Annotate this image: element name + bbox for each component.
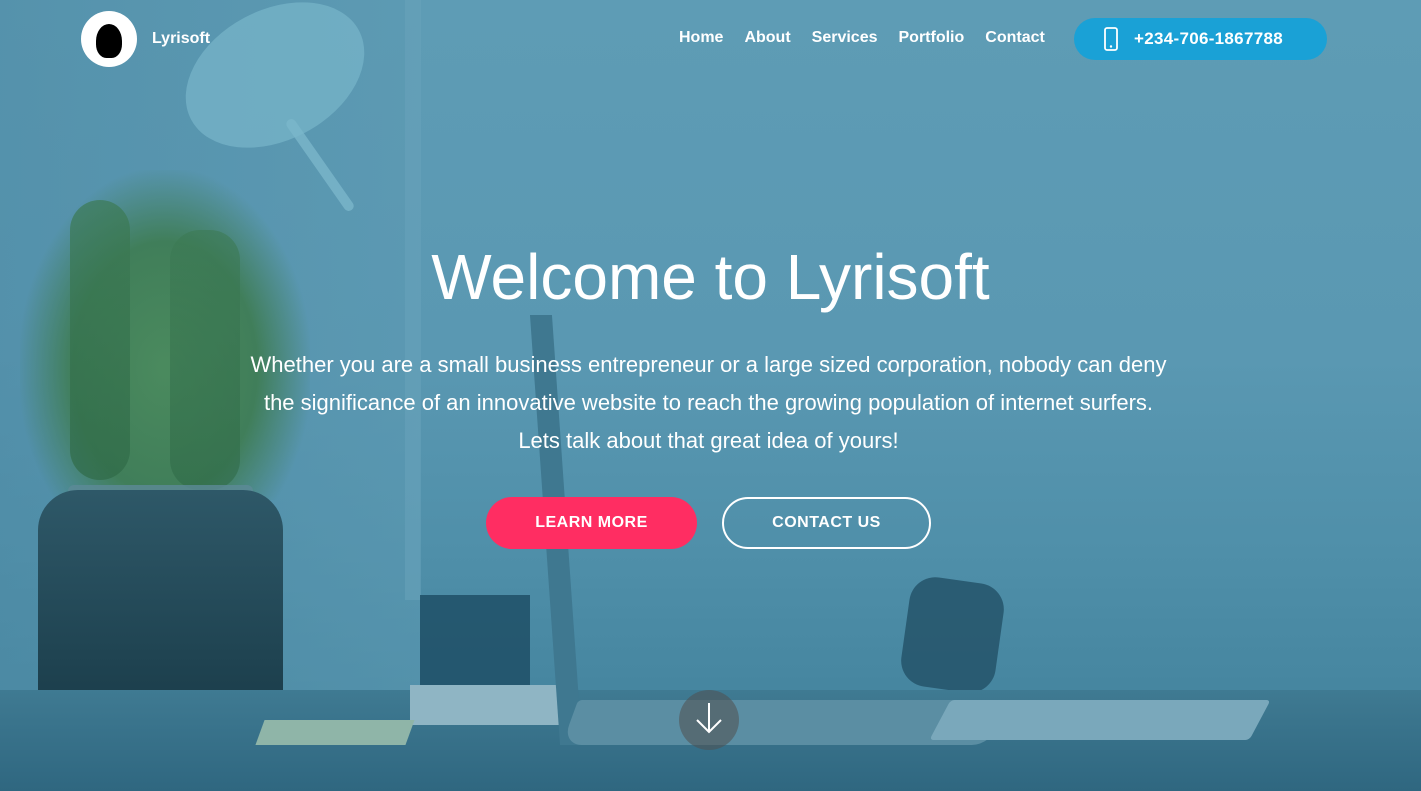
phone-button[interactable]: +234-706-1867788 <box>1074 18 1327 60</box>
hero-section: Lyrisoft Home About Services Portfolio C… <box>0 0 1421 791</box>
nav-link-home[interactable]: Home <box>679 29 723 47</box>
background-box <box>410 685 570 725</box>
logo[interactable] <box>81 11 137 67</box>
nav-link-services[interactable]: Services <box>812 29 878 47</box>
background-keyboard <box>929 700 1271 740</box>
nav-link-portfolio[interactable]: Portfolio <box>899 29 965 47</box>
arrow-down-icon <box>694 701 724 740</box>
mobile-phone-icon <box>1104 27 1118 51</box>
hero-description: Whether you are a small business entrepr… <box>250 352 1167 453</box>
background-block <box>420 595 530 690</box>
phone-number: +234-706-1867788 <box>1134 29 1283 48</box>
background-device <box>897 573 1008 697</box>
navbar: Lyrisoft Home About Services Portfolio C… <box>0 0 1421 80</box>
nav-link-about[interactable]: About <box>744 29 790 47</box>
nav-link-contact[interactable]: Contact <box>985 29 1045 47</box>
silhouette-head-icon <box>96 24 122 58</box>
brand-name[interactable]: Lyrisoft <box>152 30 210 48</box>
scroll-down-button[interactable] <box>679 690 739 750</box>
background-note <box>255 720 415 745</box>
learn-more-button[interactable]: LEARN MORE <box>486 497 697 549</box>
hero-title: Welcome to Lyrisoft <box>431 241 990 313</box>
contact-us-button[interactable]: CONTACT US <box>722 497 931 549</box>
main-nav: Home About Services Portfolio Contact <box>679 29 1066 47</box>
